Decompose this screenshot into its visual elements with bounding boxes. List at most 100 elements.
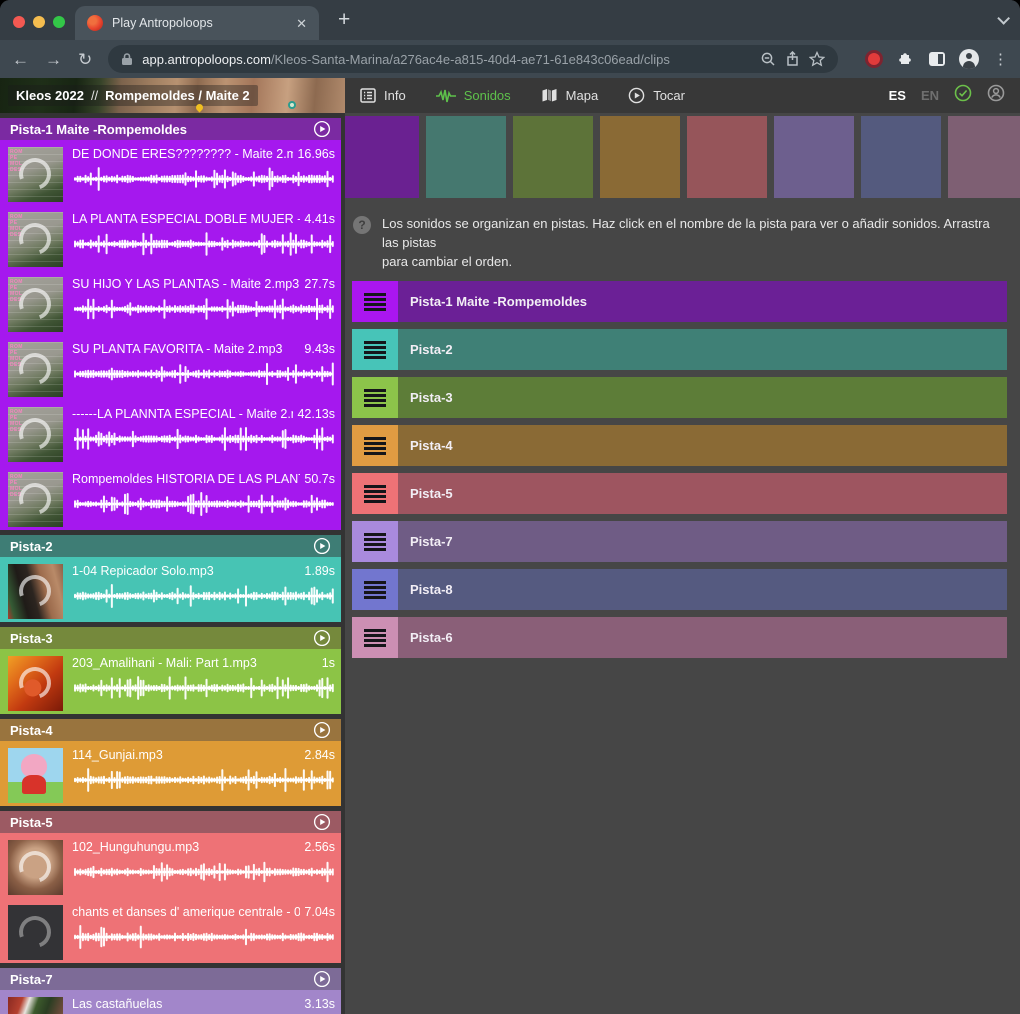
app-nav: Info Sonidos Mapa Tocar ES EN — [345, 78, 1020, 113]
new-tab-button[interactable]: + — [338, 8, 350, 32]
track-header[interactable]: Pista-1 Maite -Rompemoldes — [0, 118, 341, 140]
profile-avatar[interactable] — [959, 49, 979, 69]
clip-thumbnail — [8, 656, 63, 711]
breadcrumb-project[interactable]: Kleos 2022 — [16, 88, 84, 103]
track-row-bar[interactable]: Pista-8 — [398, 569, 1007, 610]
minimize-window-button[interactable] — [33, 16, 45, 28]
close-window-button[interactable] — [13, 16, 25, 28]
tab-tocar[interactable]: Tocar — [628, 87, 685, 104]
play-track-button[interactable] — [313, 970, 331, 988]
track-row[interactable]: Pista-5 — [352, 473, 1007, 514]
track-row-bar[interactable]: Pista-3 — [398, 377, 1007, 418]
drag-handle[interactable] — [352, 473, 398, 514]
track-row[interactable]: Pista-7 — [352, 521, 1007, 562]
play-track-button[interactable] — [313, 120, 331, 138]
tab-sonidos[interactable]: Sonidos — [436, 88, 511, 103]
track-row[interactable]: Pista-3 — [352, 377, 1007, 418]
track-row[interactable]: Pista-1 Maite -Rompemoldes — [352, 281, 1007, 322]
play-track-button[interactable] — [313, 537, 331, 555]
waveform[interactable] — [72, 768, 335, 792]
tab-sonidos-label: Sonidos — [464, 88, 511, 103]
play-track-button[interactable] — [313, 813, 331, 831]
track-header[interactable]: Pista-4 — [0, 719, 341, 741]
waveform[interactable] — [72, 676, 335, 700]
track-row-bar[interactable]: Pista-2 — [398, 329, 1007, 370]
lang-es-button[interactable]: ES — [889, 88, 906, 103]
waveform[interactable] — [72, 427, 335, 451]
drag-handle[interactable] — [352, 569, 398, 610]
audio-clip[interactable]: Las castañuelas 3.13s — [0, 990, 341, 1014]
url-text[interactable]: app.antropoloops.com/Kleos-Santa-Marina/… — [142, 52, 751, 67]
record-extension-icon[interactable] — [868, 53, 880, 65]
waveform[interactable] — [72, 925, 335, 949]
play-track-button[interactable] — [313, 721, 331, 739]
drag-handle[interactable] — [352, 425, 398, 466]
address-bar[interactable]: app.antropoloops.com/Kleos-Santa-Marina/… — [108, 45, 838, 73]
waveform[interactable] — [72, 297, 335, 321]
maximize-window-button[interactable] — [53, 16, 65, 28]
track-header[interactable]: Pista-2 — [0, 535, 341, 557]
track-row-list: Pista-1 Maite -Rompemoldes Pista-2 Pista… — [352, 281, 1007, 658]
track-row-bar[interactable]: Pista-5 — [398, 473, 1007, 514]
track-row-bar[interactable]: Pista-4 — [398, 425, 1007, 466]
browser-menu-icon[interactable]: ⋮ — [993, 50, 1008, 68]
account-icon[interactable] — [987, 84, 1005, 107]
clip-thumbnail — [8, 997, 63, 1014]
project-banner[interactable]: Kleos 2022 // Rompemoldes / Maite 2 — [0, 78, 345, 113]
track-header[interactable]: Pista-3 — [0, 627, 341, 649]
tab-mapa[interactable]: Mapa — [541, 88, 599, 103]
drag-handle[interactable] — [352, 377, 398, 418]
drag-handle[interactable] — [352, 521, 398, 562]
track-header[interactable]: Pista-7 — [0, 968, 341, 990]
audio-clip[interactable]: 203_Amalihani - Mali: Part 1.mp3 1s — [0, 649, 341, 714]
audio-clip[interactable]: ROM PE MOL DES DE DONDE ERES???????? - M… — [0, 140, 341, 205]
reload-button[interactable]: ↻ — [78, 51, 92, 68]
track-row[interactable]: Pista-8 — [352, 569, 1007, 610]
clip-list: Las castañuelas 3.13s — [0, 990, 341, 1014]
audio-clip[interactable]: 1-04 Repicador Solo.mp3 1.89s — [0, 557, 341, 622]
waveform[interactable] — [72, 492, 335, 516]
track-section: Pista-3 203_Amalihani - Mali: Part 1.mp3… — [0, 627, 341, 714]
bookmark-star-icon[interactable] — [809, 51, 825, 67]
track-row-label: Pista-2 — [410, 342, 453, 357]
lang-en-button[interactable]: EN — [921, 88, 939, 103]
audio-clip[interactable]: chants et danses d' amerique centrale - … — [0, 898, 341, 963]
back-button[interactable]: ← — [12, 51, 29, 68]
track-row-bar[interactable]: Pista-1 Maite -Rompemoldes — [398, 281, 1007, 322]
audio-clip[interactable]: ROM PE MOL DES ------LA PLANNTA ESPECIAL… — [0, 400, 341, 465]
drag-handle[interactable] — [352, 281, 398, 322]
audio-clip[interactable]: ROM PE MOL DES SU PLANTA FAVORITA - Mait… — [0, 335, 341, 400]
track-row[interactable]: Pista-4 — [352, 425, 1007, 466]
share-icon[interactable] — [785, 51, 800, 67]
zoom-out-icon[interactable] — [760, 51, 776, 67]
drag-handle[interactable] — [352, 617, 398, 658]
clip-thumbnail — [8, 564, 63, 619]
tab-search-chevron-icon[interactable] — [997, 12, 1010, 25]
waveform[interactable] — [72, 167, 335, 191]
tab-close-icon[interactable]: ✕ — [296, 17, 307, 30]
audio-clip[interactable]: ROM PE MOL DES SU HIJO Y LAS PLANTAS - M… — [0, 270, 341, 335]
play-track-button[interactable] — [313, 629, 331, 647]
track-header[interactable]: Pista-5 — [0, 811, 341, 833]
audio-clip[interactable]: 114_Gunjai.mp3 2.84s — [0, 741, 341, 806]
waveform[interactable] — [72, 232, 335, 256]
extensions-puzzle-icon[interactable] — [897, 48, 915, 71]
waveform[interactable] — [72, 362, 335, 386]
audio-clip[interactable]: ROM PE MOL DES Rompemoldes HISTORIA DE L… — [0, 465, 341, 530]
side-panel-icon[interactable] — [929, 52, 945, 66]
track-row[interactable]: Pista-6 — [352, 617, 1007, 658]
track-row-bar[interactable]: Pista-6 — [398, 617, 1007, 658]
waveform[interactable] — [72, 584, 335, 608]
audio-clip[interactable]: 102_Hunguhungu.mp3 2.56s — [0, 833, 341, 898]
breadcrumb-path[interactable]: Rompemoldes / Maite 2 — [105, 88, 249, 103]
drag-handle[interactable] — [352, 329, 398, 370]
tab-info[interactable]: Info — [360, 88, 406, 103]
waveform[interactable] — [72, 860, 335, 884]
clip-thumbnail: ROM PE MOL DES — [8, 342, 63, 397]
loader-icon — [14, 846, 57, 889]
browser-tab[interactable]: Play Antropoloops ✕ — [75, 6, 319, 40]
track-row-bar[interactable]: Pista-7 — [398, 521, 1007, 562]
audio-clip[interactable]: ROM PE MOL DES LA PLANTA ESPECIAL DOBLE … — [0, 205, 341, 270]
track-row[interactable]: Pista-2 — [352, 329, 1007, 370]
forward-button[interactable]: → — [45, 51, 62, 68]
